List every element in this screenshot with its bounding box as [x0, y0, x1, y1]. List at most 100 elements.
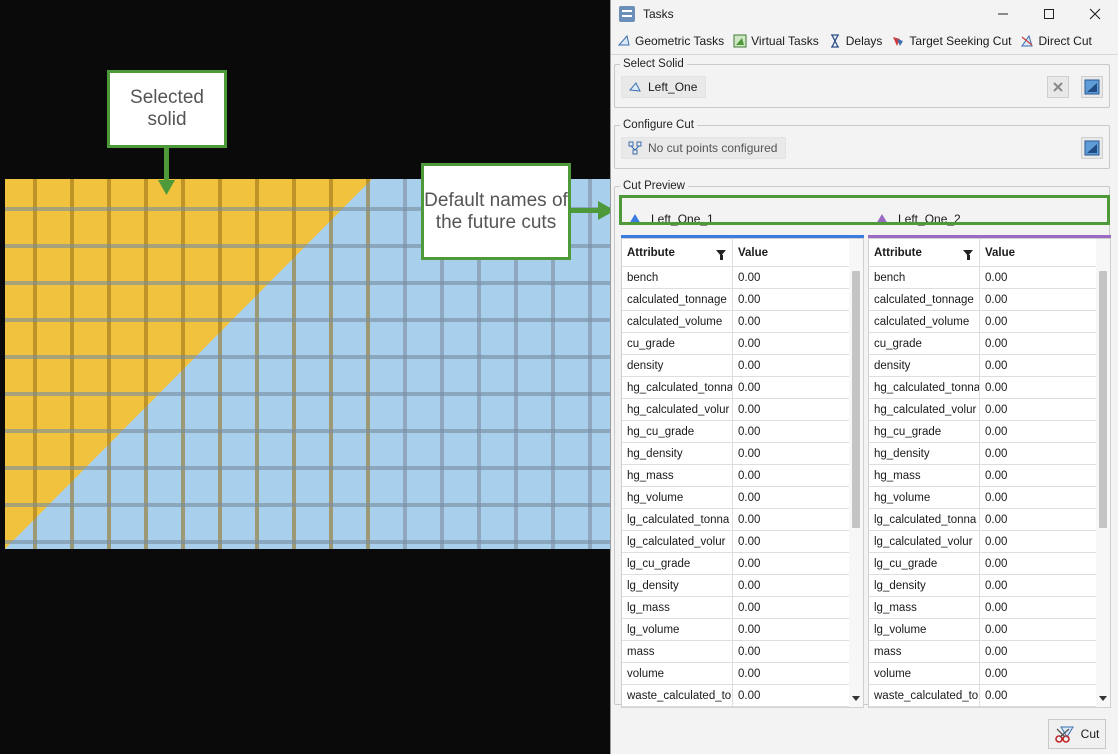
table-row[interactable]: bench 0.00	[869, 267, 1110, 289]
attribute-cell: calculated_tonnage	[869, 289, 980, 310]
table-row[interactable]: calculated_volume 0.00	[869, 311, 1110, 333]
value-cell: 0.00	[985, 579, 1008, 592]
tab-virtual-tasks[interactable]: Virtual Tasks	[733, 34, 819, 48]
table-row[interactable]: lg_calculated_tonna 0.00	[622, 509, 863, 531]
table-row[interactable]: cu_grade 0.00	[622, 333, 863, 355]
table-row[interactable]: lg_calculated_tonna 0.00	[869, 509, 1110, 531]
table-row[interactable]: hg_volume 0.00	[622, 487, 863, 509]
table-row[interactable]: hg_calculated_tonna 0.00	[622, 377, 863, 399]
attribute-cell: lg_calculated_tonna	[869, 509, 980, 530]
close-button[interactable]	[1072, 0, 1118, 28]
pick-in-viewport-icon	[1084, 79, 1100, 95]
table-row[interactable]: lg_calculated_volur 0.00	[869, 531, 1110, 553]
table-row[interactable]: lg_volume 0.00	[869, 619, 1110, 641]
attribute-cell: calculated_tonnage	[622, 289, 733, 310]
direct-cut-icon	[1021, 34, 1034, 47]
table-row[interactable]: hg_calculated_volur 0.00	[869, 399, 1110, 421]
cut-name-header[interactable]: Left_One_1	[621, 207, 864, 231]
scroll-down-icon[interactable]	[852, 696, 860, 701]
value-cell: 0.00	[985, 491, 1008, 504]
attribute-cell: hg_mass	[869, 465, 980, 486]
table-row[interactable]: lg_mass 0.00	[622, 597, 863, 619]
pick-cut-points-button[interactable]	[1081, 137, 1103, 159]
table-row[interactable]: hg_mass 0.00	[869, 465, 1110, 487]
table-row[interactable]: lg_volume 0.00	[622, 619, 863, 641]
table-row[interactable]: hg_calculated_tonna 0.00	[869, 377, 1110, 399]
value-cell: 0.00	[985, 271, 1008, 284]
title-bar[interactable]: Tasks	[611, 0, 1118, 28]
table-row[interactable]: mass 0.00	[622, 641, 863, 663]
vertical-scrollbar[interactable]	[1096, 239, 1110, 707]
cut-points-icon	[628, 141, 642, 155]
table-row[interactable]: hg_mass 0.00	[622, 465, 863, 487]
table-row[interactable]: hg_cu_grade 0.00	[622, 421, 863, 443]
value-column-header[interactable]: Value	[733, 239, 863, 266]
value-cell: 0.00	[985, 425, 1008, 438]
tasks-window: Tasks Geometric Tasks Virtual Tasks Dela…	[610, 0, 1118, 754]
table-row[interactable]: waste_calculated_to 0.00	[869, 685, 1110, 707]
value-cell: 0.00	[738, 645, 761, 658]
table-row[interactable]: lg_density 0.00	[622, 575, 863, 597]
value-column-header[interactable]: Value	[980, 239, 1110, 266]
attribute-cell: cu_grade	[869, 333, 980, 354]
vertical-scrollbar[interactable]	[849, 239, 863, 707]
filter-icon[interactable]	[716, 249, 726, 260]
cut-button[interactable]: Cut	[1048, 719, 1106, 749]
minimize-button[interactable]	[980, 0, 1026, 28]
cut-name: Left_One_1	[651, 212, 714, 226]
table-row[interactable]: bench 0.00	[622, 267, 863, 289]
3d-viewport[interactable]: Selected solid Default names of the futu…	[0, 0, 610, 754]
table-row[interactable]: hg_cu_grade 0.00	[869, 421, 1110, 443]
table-row[interactable]: density 0.00	[622, 355, 863, 377]
selected-solid-chip[interactable]: Left_One	[621, 76, 707, 98]
table-row[interactable]: calculated_tonnage 0.00	[869, 289, 1110, 311]
table-row[interactable]: density 0.00	[869, 355, 1110, 377]
tasks-list-icon	[619, 6, 635, 22]
clear-selection-button[interactable]	[1047, 76, 1069, 98]
tab-geometric-tasks[interactable]: Geometric Tasks	[617, 34, 724, 48]
table-row[interactable]: mass 0.00	[869, 641, 1110, 663]
table-row[interactable]: calculated_tonnage 0.00	[622, 289, 863, 311]
attribute-column-header[interactable]: Attribute	[622, 239, 733, 266]
table-row[interactable]: cu_grade 0.00	[869, 333, 1110, 355]
table-row[interactable]: hg_volume 0.00	[869, 487, 1110, 509]
table-row[interactable]: lg_density 0.00	[869, 575, 1110, 597]
selected-solid-name: Left_One	[648, 80, 698, 94]
value-cell: 0.00	[738, 513, 761, 526]
attribute-column-header[interactable]: Attribute	[869, 239, 980, 266]
attribute-cell: hg_density	[622, 443, 733, 464]
table-row[interactable]: lg_cu_grade 0.00	[869, 553, 1110, 575]
scissors-icon	[1054, 726, 1074, 743]
value-cell: 0.00	[738, 447, 761, 460]
table-row[interactable]: hg_calculated_volur 0.00	[622, 399, 863, 421]
attribute-cell: hg_volume	[869, 487, 980, 508]
attribute-cell: waste_calculated_to	[869, 685, 980, 706]
scrollbar-thumb[interactable]	[852, 271, 860, 528]
table-row[interactable]: hg_density 0.00	[622, 443, 863, 465]
table-row[interactable]: calculated_volume 0.00	[622, 311, 863, 333]
table-row[interactable]: volume 0.00	[622, 663, 863, 685]
table-row[interactable]: hg_density 0.00	[869, 443, 1110, 465]
pick-solid-button[interactable]	[1081, 76, 1103, 98]
value-cell: 0.00	[738, 359, 761, 372]
tab-target-seeking-cut[interactable]: Target Seeking Cut	[891, 34, 1011, 48]
table-row[interactable]: lg_cu_grade 0.00	[622, 553, 863, 575]
attribute-cell: hg_density	[869, 443, 980, 464]
table-row[interactable]: lg_calculated_volur 0.00	[622, 531, 863, 553]
table-row[interactable]: lg_mass 0.00	[869, 597, 1110, 619]
cut-preview-group: Cut Preview Left_One_1 Attribute Value b…	[614, 180, 1111, 708]
tab-label: Virtual Tasks	[751, 34, 819, 48]
cut-name-header[interactable]: Left_One_2	[868, 207, 1111, 231]
filter-icon[interactable]	[963, 249, 973, 260]
attribute-header-label: Attribute	[874, 246, 922, 259]
table-body: bench 0.00 calculated_tonnage 0.00 calculate…	[869, 267, 1110, 707]
tab-direct-cut[interactable]: Direct Cut	[1020, 34, 1092, 48]
scroll-down-icon[interactable]	[1099, 696, 1107, 701]
attribute-cell: density	[869, 355, 980, 376]
maximize-button[interactable]	[1026, 0, 1072, 28]
scrollbar-thumb[interactable]	[1099, 271, 1107, 528]
table-row[interactable]: waste_calculated_to 0.00	[622, 685, 863, 707]
tab-delays[interactable]: Delays	[828, 34, 882, 48]
table-row[interactable]: volume 0.00	[869, 663, 1110, 685]
value-cell: 0.00	[738, 425, 761, 438]
